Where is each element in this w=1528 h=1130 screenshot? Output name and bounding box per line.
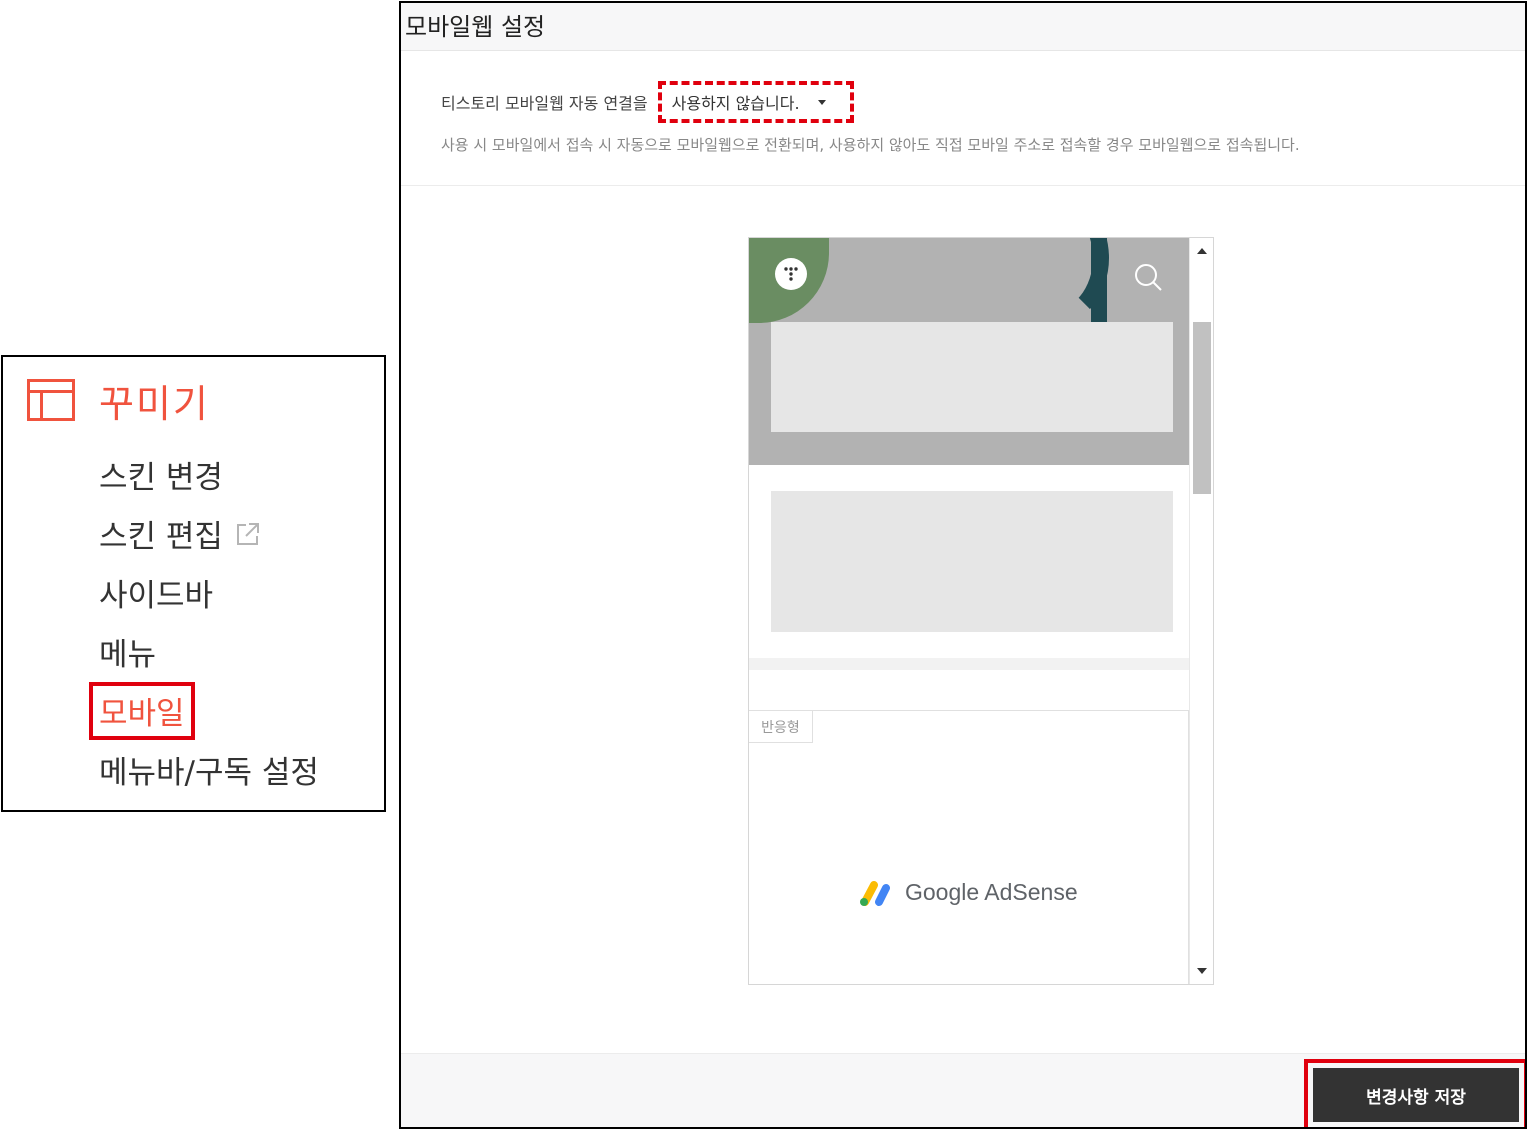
layout-icon xyxy=(27,379,75,421)
sidebar-panel: 꾸미기 스킨 변경 스킨 편집 사이드바 메뉴 모바일 메뉴바/구독 설정 xyxy=(1,355,386,812)
sidebar-item-skin-edit[interactable]: 스킨 편집 xyxy=(99,504,319,563)
divider xyxy=(401,185,1525,186)
mobile-settings-panel: 모바일웹 설정 티스토리 모바일웹 자동 연결을 사용하지 않습니다. 사용 시… xyxy=(399,1,1527,1129)
save-button[interactable]: 변경사항 저장 xyxy=(1313,1068,1519,1122)
auto-link-select[interactable]: 사용하지 않습니다. xyxy=(657,81,854,123)
sidebar-title: 꾸미기 xyxy=(99,381,210,426)
external-link-icon xyxy=(236,522,259,545)
preview-scrollbar[interactable] xyxy=(1189,238,1213,984)
sidebar-item-label: 스킨 변경 xyxy=(99,460,223,496)
sidebar-item-menubar-subscribe[interactable]: 메뉴바/구독 설정 xyxy=(99,740,319,799)
hero-decoration xyxy=(1091,238,1107,328)
sidebar-item-mobile[interactable]: 모바일 xyxy=(89,681,319,740)
mobile-preview[interactable]: 반응형 Google AdSense xyxy=(748,237,1214,985)
ad-slot: 반응형 Google AdSense xyxy=(749,710,1189,984)
sidebar-item-sidebar[interactable]: 사이드바 xyxy=(99,563,319,622)
panel-header: 모바일웹 설정 xyxy=(401,3,1525,51)
tistory-dots-icon xyxy=(784,267,798,281)
sidebar-item-label: 메뉴바/구독 설정 xyxy=(99,755,319,791)
sidebar-header[interactable]: 꾸미기 xyxy=(27,375,210,426)
adsense-icon xyxy=(860,881,890,906)
auto-link-row: 티스토리 모바일웹 자동 연결을 사용하지 않습니다. xyxy=(441,81,854,123)
scroll-up-icon[interactable] xyxy=(1197,248,1207,254)
auto-link-value: 사용하지 않습니다. xyxy=(671,94,800,113)
sidebar-item-skin-change[interactable]: 스킨 변경 xyxy=(99,445,319,504)
adsense-brand: Google AdSense xyxy=(905,878,1078,905)
page-title: 모바일웹 설정 xyxy=(405,13,546,41)
section-gap xyxy=(749,658,1189,670)
ad-type-tag: 반응형 xyxy=(749,711,813,743)
active-highlight: 모바일 xyxy=(89,681,195,740)
scrollbar-thumb[interactable] xyxy=(1193,322,1211,494)
sidebar-item-label: 모바일 xyxy=(99,696,185,732)
sidebar-item-label: 사이드바 xyxy=(99,578,214,614)
auto-link-description: 사용 시 모바일에서 접속 시 자동으로 모바일웹으로 전환되며, 사용하지 않… xyxy=(441,136,1300,154)
sidebar-list: 스킨 변경 스킨 편집 사이드바 메뉴 모바일 메뉴바/구독 설정 xyxy=(89,445,319,799)
adsense-logo: Google AdSense xyxy=(859,877,1078,907)
search-icon[interactable] xyxy=(1133,262,1163,292)
hero-placeholder-card xyxy=(771,322,1173,432)
content-placeholder-card xyxy=(771,491,1173,632)
auto-link-label: 티스토리 모바일웹 자동 연결을 xyxy=(441,94,648,113)
preview-hero xyxy=(749,238,1189,465)
sidebar-item-label: 스킨 편집 xyxy=(99,519,223,555)
caret-down-icon xyxy=(817,99,826,105)
tistory-logo-icon[interactable] xyxy=(775,258,807,290)
sidebar-item-menu[interactable]: 메뉴 xyxy=(99,622,319,681)
sidebar-item-label: 메뉴 xyxy=(99,637,157,673)
scroll-down-icon[interactable] xyxy=(1197,968,1207,974)
